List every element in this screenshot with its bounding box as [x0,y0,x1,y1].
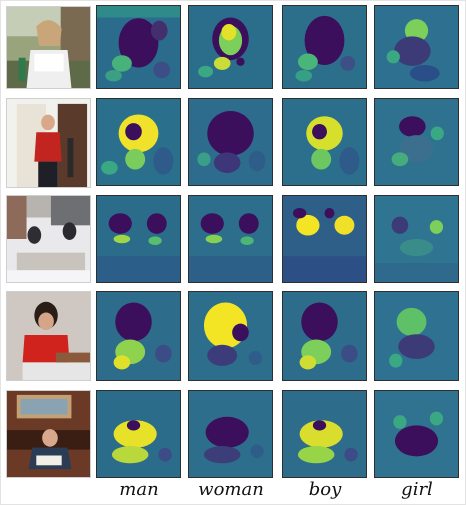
photo-row-4 [6,291,91,381]
attention-map-row-2-boy [282,98,367,186]
attention-map-row-1-boy [282,5,367,89]
attention-map-row-4-man [96,291,181,381]
photo-row-5 [6,390,91,478]
attention-map-row-3-boy [282,195,367,283]
attention-map-row-4-boy [282,291,367,381]
attention-map-row-1-girl [374,5,459,89]
attention-map-row-2-girl [374,98,459,186]
attention-map-row-1-man [96,5,181,89]
attention-map-row-3-woman [188,195,273,283]
photo-row-2 [6,98,91,188]
attention-map-row-5-girl [374,390,459,478]
column-label-boy: boy [308,479,342,500]
column-label-man: man [119,479,159,500]
photo-row-1 [6,6,91,89]
photo-row-3 [6,195,91,283]
attention-map-row-4-woman [188,291,273,381]
attention-map-row-2-woman [188,98,273,186]
attention-map-row-4-girl [374,291,459,381]
attention-map-row-2-man [96,98,181,186]
attention-map-row-3-man [96,195,181,283]
attention-map-figure: man woman boy girl [0,0,466,505]
attention-map-row-5-man [96,390,181,478]
column-label-woman: woman [198,479,264,500]
column-label-girl: girl [401,479,433,500]
attention-map-row-1-woman [188,5,273,89]
attention-map-row-5-woman [188,390,273,478]
attention-map-row-5-boy [282,390,367,478]
attention-map-row-3-girl [374,195,459,283]
